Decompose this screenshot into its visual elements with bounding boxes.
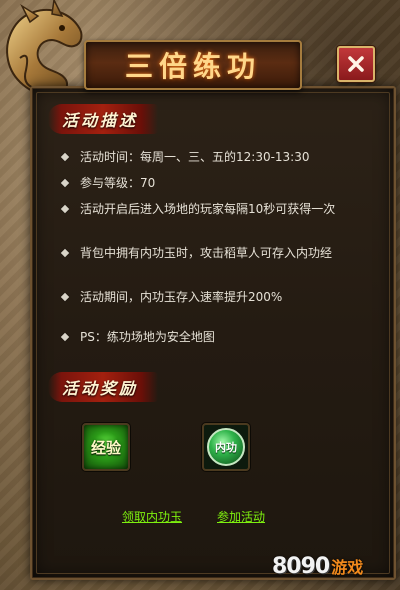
reward-section-banner: 活动奖励 [48, 372, 158, 402]
join-event-link[interactable]: 参加活动 [217, 508, 265, 525]
list-item: PS：练功场地为安全地图 [58, 328, 215, 345]
list-item-text: PS：练功场地为安全地图 [80, 330, 215, 344]
reward-section-title: 活动奖励 [62, 379, 139, 398]
list-item: 活动开启后进入场地的玩家每隔10秒可获得一次 [58, 200, 335, 217]
reward-exp-item[interactable]: 经验 [82, 423, 130, 471]
neigong-orb-icon: 内功 [207, 428, 245, 466]
description-section-banner: 活动描述 [48, 104, 158, 134]
list-item: 参与等级：70 [58, 174, 155, 191]
diamond-bullet-icon [60, 292, 70, 301]
watermark-text: 游戏 [331, 558, 364, 577]
diamond-bullet-icon [60, 248, 70, 257]
claim-jade-link[interactable]: 领取内功玉 [122, 508, 182, 525]
description-section-title: 活动描述 [62, 111, 139, 130]
window-title: 三倍练功 [124, 50, 261, 83]
list-item-text: 背包中拥有内功玉时，攻击稻草人可存入内功经 [80, 246, 333, 260]
watermark-number: 8090 [272, 553, 330, 579]
diamond-bullet-icon [60, 152, 70, 161]
list-item: 活动时间：每周一、三、五的12:30-13:30 [58, 148, 310, 165]
list-item-text: 活动开启后进入场地的玩家每隔10秒可获得一次 [80, 202, 336, 216]
close-button[interactable] [337, 46, 375, 82]
close-icon [348, 56, 364, 72]
reward-neigong-item[interactable]: 内功 [202, 423, 250, 471]
diamond-bullet-icon [60, 178, 70, 187]
diamond-bullet-icon [60, 332, 70, 341]
list-item-text: 参与等级：70 [80, 176, 156, 190]
list-item: 背包中拥有内功玉时，攻击稻草人可存入内功经 [58, 244, 332, 261]
diamond-bullet-icon [60, 204, 70, 213]
list-item: 活动期间，内功玉存入速率提升200% [58, 288, 282, 305]
list-item-text: 活动期间，内功玉存入速率提升200% [80, 290, 283, 304]
title-plaque: 三倍练功 [84, 40, 302, 90]
list-item-text: 活动时间：每周一、三、五的12:30-13:30 [80, 150, 310, 164]
exp-icon: 经验 [90, 438, 121, 457]
site-watermark-logo: 8090 游戏 [272, 546, 394, 586]
neigong-orb-label: 内功 [215, 441, 237, 454]
